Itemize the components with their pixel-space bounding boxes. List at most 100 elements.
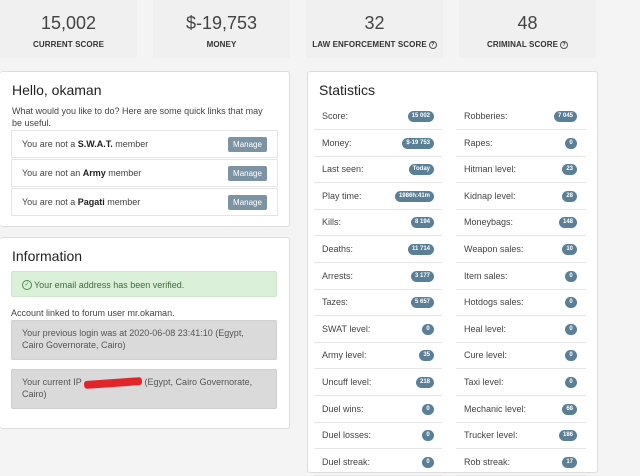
membership-suffix: member bbox=[105, 168, 142, 178]
stat-row: Uncuff level: 218 bbox=[314, 369, 442, 396]
help-icon[interactable]: ? bbox=[560, 40, 569, 49]
stat-label: Kidnap level: bbox=[464, 190, 516, 201]
stat-value-badge: 0 bbox=[422, 403, 434, 415]
current-ip-prefix: Your current IP bbox=[22, 377, 85, 387]
stat-label: Cure level: bbox=[464, 350, 508, 361]
membership-row-army: You are not an Army member Manage bbox=[11, 159, 278, 187]
email-verified-alert: ✓ Your email address has been verified. bbox=[11, 271, 277, 297]
stat-value-badge: 15 002 bbox=[407, 111, 434, 122]
stat-value-badge: 0 bbox=[422, 430, 434, 442]
stat-label: Rapes: bbox=[464, 137, 493, 148]
stat-label: Tazes: bbox=[322, 297, 349, 308]
membership-org: Army bbox=[82, 168, 106, 178]
stat-value-badge: 0 bbox=[565, 350, 577, 362]
stat-value-badge: 0 bbox=[565, 137, 577, 149]
stat-label: Money: bbox=[322, 137, 352, 148]
stat-value-badge: 10 bbox=[562, 244, 577, 255]
stat-label: Heal level: bbox=[464, 323, 507, 334]
stat-value-badge: Today bbox=[408, 164, 434, 176]
hello-intro: What would you like to do? Here are some… bbox=[12, 106, 263, 128]
money-value: $-19,753 bbox=[185, 13, 258, 33]
redaction-scribble bbox=[83, 376, 143, 389]
law-enforcement-score-value: 32 bbox=[364, 13, 385, 33]
membership-suffix: member bbox=[104, 197, 141, 207]
membership-org: Pagati bbox=[77, 197, 105, 207]
stat-value-badge: 28 bbox=[562, 190, 577, 202]
stat-label: Duel streak: bbox=[322, 456, 371, 467]
stat-row: Play time: 1986h:41m bbox=[314, 183, 442, 210]
stat-value-badge: 5 657 bbox=[410, 297, 434, 309]
stat-value-badge: 186 bbox=[558, 430, 577, 442]
stat-value-badge: 148 bbox=[558, 217, 577, 229]
stat-value-badge: 17 bbox=[562, 456, 577, 468]
stat-label: Uncuff level: bbox=[322, 377, 372, 387]
stat-card-money: $-19,753 MONEY bbox=[153, 0, 290, 58]
stat-row: Duel streak: 0 bbox=[314, 449, 442, 476]
stat-value-badge: 68 bbox=[562, 403, 577, 415]
stat-row: Duel losses: 0 bbox=[314, 422, 442, 450]
membership-prefix: You are not a bbox=[22, 139, 78, 149]
stat-row: Rapes: 0 bbox=[456, 130, 586, 157]
stat-label: Rob streak: bbox=[464, 456, 511, 467]
stat-label: Last seen: bbox=[322, 164, 364, 175]
stat-row: Rob streak: 17 bbox=[456, 449, 586, 476]
manage-swat-button[interactable]: Manage bbox=[228, 137, 267, 152]
current-score-value: 15,002 bbox=[40, 13, 97, 33]
hello-title: Hello, okaman bbox=[12, 82, 102, 98]
hello-panel: Hello, okaman What would you like to do?… bbox=[0, 71, 290, 227]
stat-label: Item sales: bbox=[464, 270, 508, 281]
stat-row: Army level: 35 bbox=[314, 342, 442, 370]
membership-prefix: You are not a bbox=[22, 197, 78, 207]
stat-row: Arrests: 3 177 bbox=[314, 263, 442, 290]
stat-value-badge: 8 194 bbox=[410, 217, 434, 229]
membership-row-pagati: You are not a Pagati member Manage bbox=[11, 188, 278, 216]
stat-value-badge: 0 bbox=[422, 323, 434, 335]
stat-value-badge: 23 bbox=[562, 164, 577, 176]
stat-label: Moneybags: bbox=[464, 217, 514, 228]
current-score-label: CURRENT SCORE bbox=[32, 40, 105, 49]
stat-label: Score: bbox=[322, 111, 349, 121]
stat-value-badge: $-19 753 bbox=[402, 137, 434, 149]
stat-card-law-enforcement-score: 32 LAW ENFORCEMENT SCORE? bbox=[306, 0, 443, 58]
stat-row: Money: $-19 753 bbox=[314, 130, 442, 157]
stat-label: Mechanic level: bbox=[464, 403, 527, 414]
manage-army-button[interactable]: Manage bbox=[228, 166, 267, 181]
stat-value-badge: 0 bbox=[565, 377, 577, 388]
information-panel: Information ✓ Your email address has bee… bbox=[0, 237, 290, 429]
stat-value-badge: 0 bbox=[565, 270, 577, 282]
stat-row: Weapon sales: 10 bbox=[456, 236, 586, 263]
email-verified-text: Your email address has been verified. bbox=[34, 280, 185, 290]
stat-row: Robberies: 7 045 bbox=[456, 103, 586, 130]
law-enforcement-score-label: LAW ENFORCEMENT SCORE bbox=[312, 40, 427, 49]
membership-prefix: You are not an bbox=[22, 168, 83, 178]
help-icon[interactable]: ? bbox=[428, 40, 437, 49]
stat-value-badge: 3 177 bbox=[410, 270, 434, 282]
stat-row: Kidnap level: 28 bbox=[456, 183, 586, 210]
stat-label: Taxi level: bbox=[464, 377, 504, 387]
stat-label: Hitman level: bbox=[464, 164, 517, 175]
stat-row: Kills: 8 194 bbox=[314, 209, 442, 237]
previous-login-box: Your previous login was at 2020-06-08 23… bbox=[11, 320, 277, 360]
current-ip-box: Your current IP (Egypt, Cairo Governorat… bbox=[11, 369, 277, 409]
stat-row: Deaths: 11 714 bbox=[314, 236, 442, 263]
money-label: MONEY bbox=[206, 40, 237, 49]
stat-label: Arrests: bbox=[322, 270, 354, 281]
stat-row: Mechanic level: 68 bbox=[456, 396, 586, 423]
stat-value-badge: 0 bbox=[565, 297, 577, 309]
stat-label: Kills: bbox=[322, 217, 342, 228]
stat-row: Hitman level: 23 bbox=[456, 156, 586, 184]
forum-link-text: Account linked to forum user mr.okaman. bbox=[11, 308, 175, 318]
criminal-score-value: 48 bbox=[517, 13, 538, 33]
stat-value-badge: 1986h:41m bbox=[394, 190, 434, 202]
previous-login-text: Your previous login was at 2020-06-08 23… bbox=[22, 328, 244, 350]
stat-value-badge: 35 bbox=[419, 350, 434, 362]
stat-label: SWAT level: bbox=[322, 323, 371, 334]
manage-pagati-button[interactable]: Manage bbox=[228, 195, 267, 210]
check-circle-icon: ✓ bbox=[22, 280, 32, 290]
stat-row: Hotdogs sales: 0 bbox=[456, 289, 586, 317]
membership-suffix: member bbox=[112, 139, 149, 149]
stat-row: Duel wins: 0 bbox=[314, 396, 442, 423]
stat-row: Last seen: Today bbox=[314, 156, 442, 184]
stat-card-current-score: 15,002 CURRENT SCORE bbox=[0, 0, 137, 58]
statistics-title: Statistics bbox=[319, 82, 376, 98]
